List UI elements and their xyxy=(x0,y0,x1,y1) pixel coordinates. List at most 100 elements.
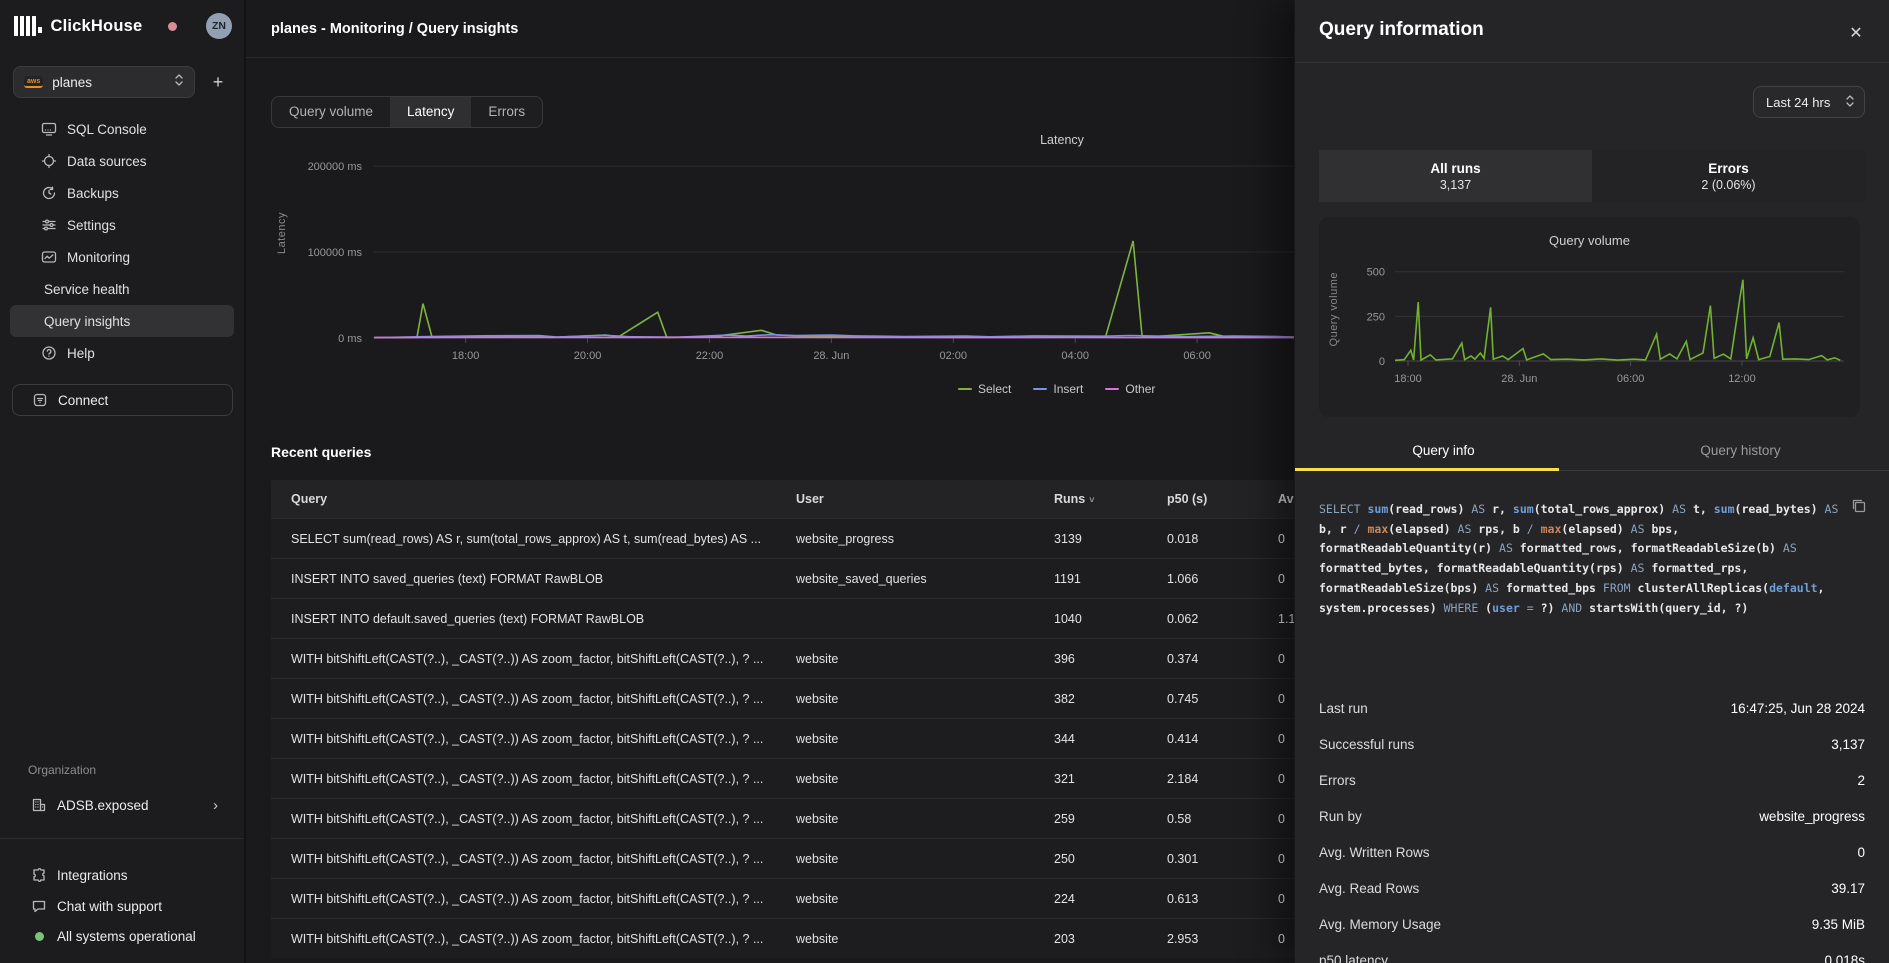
chat-icon xyxy=(31,898,47,914)
tab-query-history[interactable]: Query history xyxy=(1592,436,1889,470)
table-cell: 1.066 xyxy=(1167,572,1278,586)
stat-label: Run by xyxy=(1319,809,1362,824)
add-service-button[interactable]: + xyxy=(204,68,232,96)
column-header-runs[interactable]: Runs˅ xyxy=(1054,492,1167,506)
table-row[interactable]: WITH bitShiftLeft(CAST(?..), _CAST(?..))… xyxy=(271,798,1294,838)
panel-title: Query information xyxy=(1319,19,1484,41)
stat-row: Run by website_progress xyxy=(1319,798,1865,834)
stat-value: 0.018s xyxy=(1824,953,1865,963)
column-header-p50[interactable]: p50 (s) xyxy=(1167,492,1278,506)
panel-tabs: Query info Query history xyxy=(1295,436,1889,471)
time-range-value: Last 24 hrs xyxy=(1766,95,1830,110)
tab-query-info[interactable]: Query info xyxy=(1295,436,1592,470)
latency-chart: Latency Latency 0 ms100000 ms200000 ms18… xyxy=(246,132,1294,407)
table-row[interactable]: WITH bitShiftLeft(CAST(?..), _CAST(?..))… xyxy=(271,718,1294,758)
stat-value: 16:47:25, Jun 28 2024 xyxy=(1731,701,1865,716)
avatar[interactable]: ZN xyxy=(206,13,232,39)
tab-latency[interactable]: Latency xyxy=(390,97,471,127)
table-cell: 0.58 xyxy=(1167,812,1278,826)
column-header-query[interactable]: Query xyxy=(271,492,796,506)
service-selector[interactable]: aws planes xyxy=(13,66,195,98)
sidebar-item-system-status[interactable]: All systems operational xyxy=(12,921,232,951)
table-cell: 1.15 xyxy=(1278,612,1294,626)
sidebar-item-help[interactable]: Help xyxy=(10,337,234,369)
table-cell: WITH bitShiftLeft(CAST(?..), _CAST(?..))… xyxy=(271,892,796,906)
stat-value: website_progress xyxy=(1759,809,1865,824)
table-header-row: Query User Runs˅ p50 (s) Avg. xyxy=(271,480,1294,518)
organization-icon xyxy=(31,797,47,813)
svg-text:100000 ms: 100000 ms xyxy=(308,247,363,259)
table-row[interactable]: SELECT sum(read_rows) AS r, sum(total_ro… xyxy=(271,518,1294,558)
status-dot-icon xyxy=(31,928,47,944)
time-range-select[interactable]: Last 24 hrs xyxy=(1753,86,1865,118)
sidebar-item-integrations[interactable]: Integrations xyxy=(12,860,232,890)
table-row[interactable]: WITH bitShiftLeft(CAST(?..), _CAST(?..))… xyxy=(271,878,1294,918)
table-row[interactable]: WITH bitShiftLeft(CAST(?..), _CAST(?..))… xyxy=(271,758,1294,798)
app-window: ClickHouse ZN aws planes + SQL Console D… xyxy=(0,0,1889,963)
table-cell: website xyxy=(796,892,1054,906)
sidebar: ClickHouse ZN aws planes + SQL Console D… xyxy=(0,0,245,963)
legend-item-select[interactable]: Select xyxy=(958,382,1011,396)
sidebar-item-service-health[interactable]: Service health xyxy=(10,273,234,305)
table-row[interactable]: WITH bitShiftLeft(CAST(?..), _CAST(?..))… xyxy=(271,918,1294,958)
sidebar-item-backups[interactable]: Backups xyxy=(10,177,234,209)
column-header-user[interactable]: User xyxy=(796,492,1054,506)
organization-name: ADSB.exposed xyxy=(57,798,149,813)
puzzle-icon xyxy=(31,867,47,883)
svg-text:28. Jun: 28. Jun xyxy=(813,350,849,362)
stat-row: Successful runs3,137 xyxy=(1319,726,1865,762)
sidebar-item-sql-console[interactable]: SQL Console xyxy=(10,113,234,145)
table-cell: WITH bitShiftLeft(CAST(?..), _CAST(?..))… xyxy=(271,932,796,946)
segment-label: All runs xyxy=(1430,161,1480,176)
svg-text:06:00: 06:00 xyxy=(1617,373,1645,385)
chart-tabs: Query volume Latency Errors xyxy=(271,96,543,128)
table-row[interactable]: INSERT INTO default.saved_queries (text)… xyxy=(271,598,1294,638)
table-cell: 259 xyxy=(1054,812,1167,826)
sidebar-item-settings[interactable]: Settings xyxy=(10,209,234,241)
copy-icon[interactable] xyxy=(1851,498,1869,516)
table-cell: website xyxy=(796,932,1054,946)
table-row[interactable]: WITH bitShiftLeft(CAST(?..), _CAST(?..))… xyxy=(271,638,1294,678)
table-cell: 0 xyxy=(1278,532,1294,546)
svg-text:02:00: 02:00 xyxy=(940,350,968,362)
table-cell: 344 xyxy=(1054,732,1167,746)
tab-errors[interactable]: Errors xyxy=(471,97,542,127)
sidebar-item-query-insights[interactable]: Query insights xyxy=(10,305,234,337)
sort-desc-icon: ˅ xyxy=(1089,495,1094,505)
column-header-avg[interactable]: Avg. xyxy=(1278,492,1294,506)
stats-list: Last run16:47:25, Jun 28 2024Successful … xyxy=(1319,690,1865,963)
table-cell: 396 xyxy=(1054,652,1167,666)
table-cell: WITH bitShiftLeft(CAST(?..), _CAST(?..))… xyxy=(271,652,796,666)
segment-all-runs[interactable]: All runs 3,137 xyxy=(1319,150,1592,202)
table-row[interactable]: WITH bitShiftLeft(CAST(?..), _CAST(?..))… xyxy=(271,838,1294,878)
table-cell: 0.301 xyxy=(1167,852,1278,866)
table-cell: 0 xyxy=(1278,852,1294,866)
panel-header: Query information ✕ xyxy=(1295,0,1889,63)
sql-code[interactable]: SELECT sum(read_rows) AS r, sum(total_ro… xyxy=(1319,500,1847,618)
organization-item[interactable]: ADSB.exposed › xyxy=(12,789,232,821)
svg-text:28. Jun: 28. Jun xyxy=(1501,373,1537,385)
legend-item-other[interactable]: Other xyxy=(1105,382,1155,396)
sidebar-item-monitoring[interactable]: Monitoring xyxy=(10,241,234,273)
close-icon[interactable]: ✕ xyxy=(1845,22,1867,44)
main-header: planes - Monitoring / Query insights xyxy=(246,0,1294,58)
stat-value: 0 xyxy=(1857,845,1865,860)
sidebar-item-label: Chat with support xyxy=(57,899,162,914)
table-row[interactable]: INSERT INTO saved_queries (text) FORMAT … xyxy=(271,558,1294,598)
sidebar-nav: SQL Console Data sources Backups Setting… xyxy=(0,113,244,369)
table-cell: 1040 xyxy=(1054,612,1167,626)
latency-plot: 0 ms100000 ms200000 ms18:0020:0022:0028.… xyxy=(246,132,1294,372)
sidebar-item-chat-support[interactable]: Chat with support xyxy=(12,891,232,921)
svg-text:20:00: 20:00 xyxy=(574,350,602,362)
connect-button[interactable]: Connect xyxy=(12,384,233,416)
legend-label: Select xyxy=(978,382,1011,396)
segment-errors[interactable]: Errors 2 (0.06%) xyxy=(1592,150,1865,202)
sliders-icon xyxy=(41,217,57,233)
chevron-updown-icon xyxy=(174,73,184,92)
legend-item-insert[interactable]: Insert xyxy=(1033,382,1083,396)
stat-row: Errors2 xyxy=(1319,762,1865,798)
table-row[interactable]: WITH bitShiftLeft(CAST(?..), _CAST(?..))… xyxy=(271,678,1294,718)
stat-row: Avg. Written Rows0 xyxy=(1319,834,1865,870)
tab-query-volume[interactable]: Query volume xyxy=(272,97,390,127)
sidebar-item-data-sources[interactable]: Data sources xyxy=(10,145,234,177)
